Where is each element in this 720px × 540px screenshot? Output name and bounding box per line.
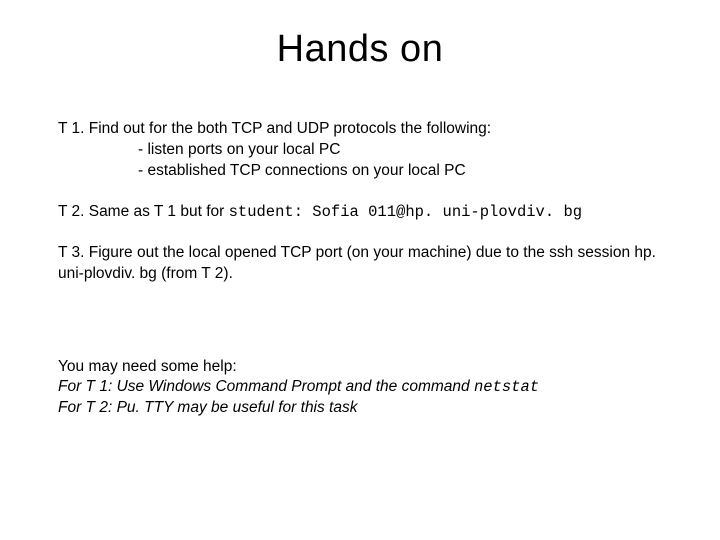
help-t1: For T 1: Use Windows Command Prompt and … bbox=[58, 377, 662, 398]
help-t1-code: netstat bbox=[474, 378, 539, 396]
task-1-sub1: - listen ports on your local PC bbox=[58, 140, 662, 161]
slide: Hands on T 1. Find out for the both TCP … bbox=[0, 0, 720, 540]
slide-title: Hands on bbox=[58, 28, 662, 71]
task-1: T 1. Find out for the both TCP and UDP p… bbox=[58, 119, 662, 182]
task-3: T 3. Figure out the local opened TCP por… bbox=[58, 243, 662, 285]
task-2: T 2. Same as T 1 but for student: Sofia … bbox=[58, 202, 662, 223]
task-2-code: student: Sofia 011@hp. uni-plovdiv. bg bbox=[229, 203, 582, 221]
task-3-text: T 3. Figure out the local opened TCP por… bbox=[58, 244, 656, 282]
help-t1-prefix: For T 1: Use Windows Command Prompt and … bbox=[58, 378, 474, 395]
help-t2: For T 2: Pu. TTY may be useful for this … bbox=[58, 398, 662, 419]
help-intro: You may need some help: bbox=[58, 357, 662, 378]
task-1-line: T 1. Find out for the both TCP and UDP p… bbox=[58, 119, 662, 140]
task-1-sub2: - established TCP connections on your lo… bbox=[58, 161, 662, 182]
slide-body: T 1. Find out for the both TCP and UDP p… bbox=[58, 119, 662, 419]
task-2-prefix: T 2. Same as T 1 but for bbox=[58, 203, 229, 220]
help-section: You may need some help: For T 1: Use Win… bbox=[58, 357, 662, 420]
